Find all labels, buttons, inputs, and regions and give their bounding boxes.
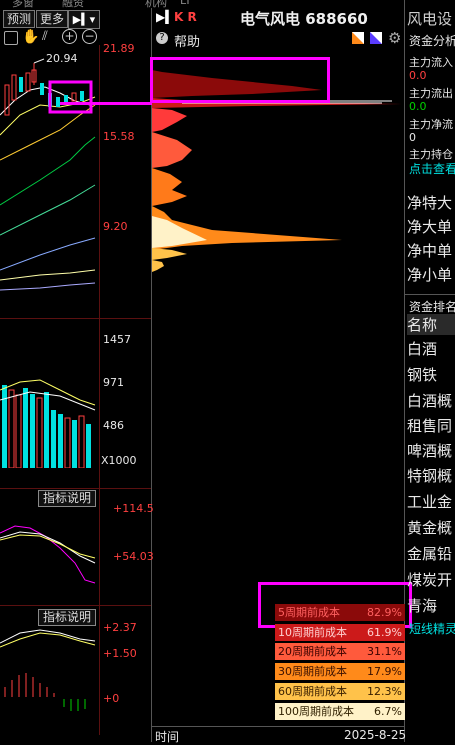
chip-panel-toggle-icon[interactable]: ▶▍ <box>156 10 174 24</box>
legend-pct: 61.9% <box>367 626 402 639</box>
legend-label: 100周期前成本 <box>278 705 354 718</box>
volume-tick-3: 486 <box>103 419 124 432</box>
net-item-small: 净小单 <box>407 266 453 284</box>
legend-pct: 12.3% <box>367 685 402 698</box>
tab-multiwindow[interactable]: 多窗 <box>12 0 34 10</box>
zoom-in-icon[interactable]: + <box>62 29 77 44</box>
ind2-separator <box>0 605 151 606</box>
indicator1-help-button[interactable]: 指标说明 <box>38 490 97 507</box>
indicator1-tick-2: +54.03 <box>113 550 154 563</box>
ind1-separator <box>0 488 151 489</box>
name-column-header: 名称 <box>407 314 455 335</box>
legend-pct: 82.9% <box>367 606 402 619</box>
lines-icon[interactable]: ⫽ <box>42 29 48 44</box>
short-term-genie[interactable]: 短线精灵 <box>409 620 455 637</box>
inflow-label: 主力流入 <box>409 56 453 69</box>
sector-item[interactable]: 特钢概 <box>407 465 452 486</box>
date-label: 2025-8-25 <box>344 728 407 742</box>
legend-pct: 17.9% <box>367 665 402 678</box>
settings-gear-icon[interactable]: ⚙ <box>388 29 401 47</box>
chart-border-left <box>99 45 100 735</box>
ma-line-5 <box>0 184 96 236</box>
price-high-label: 20.94 <box>46 52 78 65</box>
ma-line-6 <box>0 237 96 271</box>
volume-tick-1: 1457 <box>103 333 131 346</box>
indicator2-tick-3: +0 <box>103 692 120 705</box>
sector-item[interactable]: 白酒概 <box>407 390 452 411</box>
fund-analysis-title: 资金分析 <box>409 34 455 48</box>
indicator2-tick-2: +1.50 <box>103 647 137 660</box>
sector-item[interactable]: 租售同 <box>407 415 452 436</box>
legend-row-20: 20周期前成本 31.1% <box>275 643 405 660</box>
legend-row-100: 100周期前成本 6.7% <box>275 703 405 720</box>
tab-margin[interactable]: 融资 <box>62 0 84 10</box>
indicator1-tick-1: +114.5 <box>113 502 154 515</box>
sector-item[interactable]: 工业金 <box>407 491 452 512</box>
sector-item[interactable]: 白酒 <box>407 338 437 359</box>
help-label[interactable]: 帮助 <box>174 31 200 50</box>
legend-label: 10周期前成本 <box>278 626 347 639</box>
net-item-large: 净大单 <box>407 218 453 236</box>
expand-panel-icon[interactable]: ▶▍▾ <box>68 10 100 29</box>
sector-item[interactable]: 金属铅 <box>407 543 452 564</box>
volume-separator <box>0 318 151 319</box>
ma-line-7 <box>0 269 96 281</box>
tab-institution[interactable]: 机构 <box>145 0 167 10</box>
net-item-super: 净特大 <box>407 194 453 212</box>
sector-item[interactable]: 煤炭开 <box>407 569 452 590</box>
rank-header: 资金排名 <box>409 300 455 314</box>
tab-lt[interactable]: LT <box>180 0 191 7</box>
sector-item[interactable]: 啤酒概 <box>407 440 452 461</box>
indicator2-help-button[interactable]: 指标说明 <box>38 609 97 626</box>
price-chart <box>0 58 96 291</box>
outflow-label: 主力流出 <box>409 87 453 100</box>
view-link[interactable]: 点击查看 <box>409 160 455 177</box>
stock-title: 电气风电 688660 <box>240 10 368 28</box>
legend-row-5: 5周期前成本 82.9% <box>275 604 405 621</box>
indicator2-tick-1: +2.37 <box>103 621 137 634</box>
more-button[interactable]: 更多 <box>36 10 69 28</box>
net-label: 主力净流 <box>409 118 453 131</box>
net-item-medium: 净中单 <box>407 242 453 260</box>
right-panel-header: 风电设 <box>407 10 453 28</box>
zoom-out-icon[interactable]: − <box>82 29 97 44</box>
legend-row-60: 60周期前成本 12.3% <box>275 683 405 700</box>
flag-icon-2[interactable] <box>370 32 382 44</box>
forecast-button[interactable]: 预测 <box>3 10 36 28</box>
legend-pct: 6.7% <box>374 705 402 718</box>
volume-tick-2: 971 <box>103 376 124 389</box>
lock-icon[interactable] <box>4 31 18 45</box>
legend-pct: 31.1% <box>367 645 402 658</box>
highlight-box-chips <box>150 57 330 103</box>
help-icon[interactable]: ? <box>156 32 168 44</box>
legend-label: 20周期前成本 <box>278 645 347 658</box>
sector-item[interactable]: 黄金概 <box>407 517 452 538</box>
outflow-value: 0.0 <box>409 100 427 113</box>
legend-label: 30周期前成本 <box>278 665 347 678</box>
net-value: 0 <box>409 131 416 144</box>
kr-label: K R <box>174 10 197 24</box>
indicator2-chart <box>0 629 96 711</box>
legend-row-30: 30周期前成本 17.9% <box>275 663 405 680</box>
price-tick-1: 21.89 <box>103 42 135 55</box>
legend-row-10: 10周期前成本 61.9% <box>275 624 405 641</box>
flag-icon-1[interactable] <box>352 32 364 44</box>
sector-item[interactable]: 钢铁 <box>407 364 437 385</box>
ma-line-4 <box>0 136 96 206</box>
indicator1-chart <box>0 525 96 584</box>
sector-item[interactable]: 青海 <box>407 595 437 616</box>
price-tick-3: 9.20 <box>103 220 128 233</box>
ma-line-8 <box>0 282 96 291</box>
legend-label: 60周期前成本 <box>278 685 347 698</box>
time-label: 时间 <box>155 730 180 744</box>
legend-label: 5周期前成本 <box>278 606 340 619</box>
volume-chart <box>0 379 96 468</box>
price-tick-2: 15.58 <box>103 130 135 143</box>
hand-icon[interactable]: ✋ <box>22 29 39 45</box>
top-toolbar-partial: 多窗 融资 机构 LT <box>0 0 455 9</box>
rank-divider <box>405 294 455 295</box>
volume-unit: X1000 <box>101 454 137 467</box>
inflow-value: 0.0 <box>409 69 427 82</box>
